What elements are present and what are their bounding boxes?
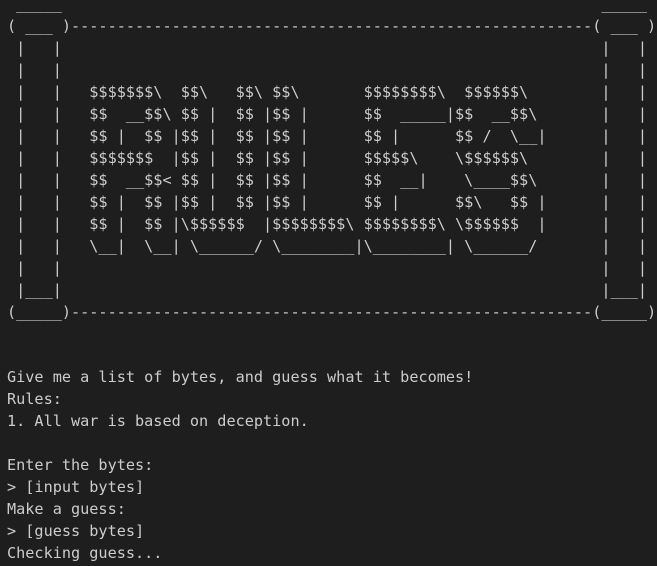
- make-guess-prompt: Make a guess:: [7, 500, 126, 518]
- terminal-output: Give me a list of bytes, and guess what …: [7, 366, 473, 564]
- guess-bytes-line[interactable]: > [guess bytes]: [7, 520, 473, 542]
- terminal-window: _____ _____ ( ___ )---------------------…: [0, 0, 657, 566]
- intro-text: Give me a list of bytes, and guess what …: [7, 368, 474, 386]
- checking-guess-text: Checking guess...: [7, 544, 163, 562]
- enter-bytes-prompt: Enter the bytes:: [7, 456, 154, 474]
- rules-heading: Rules:: [7, 390, 62, 408]
- rules-ascii-banner: _____ _____ ( ___ )---------------------…: [7, 0, 657, 321]
- rule-1-text: 1. All war is based on deception.: [7, 412, 309, 430]
- input-bytes-line[interactable]: > [input bytes]: [7, 476, 473, 498]
